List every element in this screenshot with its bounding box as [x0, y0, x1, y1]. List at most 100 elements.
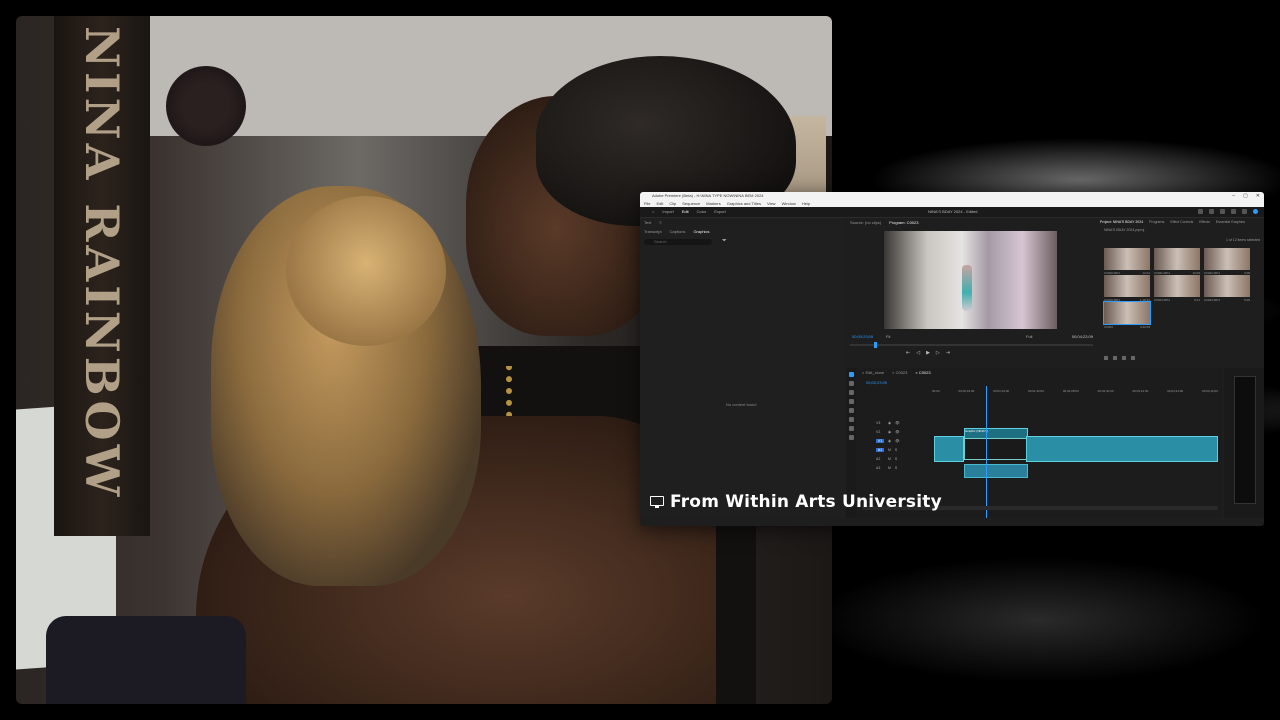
resolution-select[interactable]: Full — [1026, 334, 1032, 339]
window-title: Adobe Premiere (Beta) - H:\NINA TYPE NOW… — [652, 193, 764, 198]
menu-file[interactable]: File — [644, 200, 650, 207]
track-v3[interactable]: V3 ◉ 👁 — [876, 418, 932, 427]
video-clip-selected[interactable] — [964, 438, 1028, 460]
tab-programs[interactable]: Programs — [1149, 220, 1164, 224]
project-title: NINA'S BDAY 2024 - Edited — [928, 209, 978, 214]
icon-view-icon[interactable] — [1113, 356, 1117, 360]
project-path: NINA'S BDAY 2024.prproj — [1104, 228, 1145, 232]
timeline-tab-3[interactable]: × C0023 — [915, 370, 930, 375]
go-to-out-button[interactable]: ⇥ — [946, 350, 950, 356]
tab-program[interactable]: Program: C0023 — [889, 220, 918, 225]
type-tool-icon[interactable] — [848, 435, 854, 440]
program-video-frame[interactable] — [884, 231, 1057, 329]
minimize-button[interactable]: – — [1232, 192, 1235, 200]
tab-export[interactable]: Export — [714, 207, 726, 217]
zoom-select[interactable]: Fit — [886, 334, 890, 339]
media-grid: C0020.MP4 12;01 C0021.MP4 10;09 C0022.MP… — [1103, 248, 1258, 329]
track-select-tool-icon[interactable] — [848, 381, 854, 386]
timeline-playhead[interactable] — [986, 386, 987, 518]
video-clip[interactable] — [1026, 436, 1218, 462]
track-a2[interactable]: A2 M S — [876, 454, 932, 463]
menu-window[interactable]: Window — [782, 200, 796, 207]
step-back-button[interactable]: ◁ — [916, 350, 920, 356]
media-thumb[interactable]: C0022.MP4 3;08 — [1204, 248, 1250, 275]
media-thumb[interactable]: C0021.MP4 10;09 — [1154, 248, 1200, 275]
subtab-transcript[interactable]: Transcript — [644, 229, 662, 234]
tab-import[interactable]: Import — [662, 207, 673, 217]
razor-tool-icon[interactable] — [848, 399, 854, 404]
media-thumb[interactable]: C0020.MP4 12;01 — [1104, 248, 1150, 275]
step-forward-button[interactable]: ▷ — [936, 350, 940, 356]
media-thumb[interactable]: C0024.MP4 5;09 — [1204, 275, 1250, 302]
tab-edit[interactable]: Edit — [682, 207, 689, 217]
menu-sequence[interactable]: Sequence — [682, 200, 700, 207]
graphics-search-input[interactable]: Search — [644, 239, 712, 245]
filter-icon[interactable]: ⏷ — [722, 238, 727, 245]
tab-effects[interactable]: Effects — [1199, 220, 1210, 224]
hand-tool-icon[interactable] — [848, 426, 854, 431]
monitor-icon — [650, 495, 664, 509]
panel-menu-icon[interactable]: ≡ — [659, 220, 661, 225]
menu-graphics[interactable]: Graphics and Titles — [727, 200, 761, 207]
help-icon[interactable] — [1242, 209, 1247, 214]
workspace-icon[interactable] — [1198, 209, 1203, 214]
list-view-icon[interactable] — [1104, 356, 1108, 360]
wall-banner: NINA RAINBOW — [54, 16, 150, 536]
timeline-tab-2[interactable]: × C0023 — [892, 370, 907, 375]
workspace-bar: ⌂ Import Edit Color Export NINA'S BDAY 2… — [640, 207, 1264, 218]
time-ruler[interactable]: 00;00 00;00;32;00 00;01;04;00 00;01;36;0… — [932, 389, 1218, 395]
premiere-window: Adobe Premiere (Beta) - H:\NINA TYPE NOW… — [640, 192, 1264, 526]
pen-tool-icon[interactable] — [848, 417, 854, 422]
track-a1[interactable]: A1 M S — [876, 445, 932, 454]
audio-meter — [1224, 368, 1264, 518]
tab-project[interactable]: Project: NINA'S BDAY 2024 — [1100, 220, 1143, 224]
subtab-graphics[interactable]: Graphics — [693, 229, 709, 234]
audio-clip[interactable] — [964, 464, 1028, 478]
home-icon[interactable]: ⌂ — [652, 207, 654, 217]
media-thumb[interactable]: C0023.MP4 9;21 — [1154, 275, 1200, 302]
tab-effect-controls[interactable]: Effect Controls — [1170, 220, 1193, 224]
selection-tool-icon[interactable] — [848, 372, 854, 377]
menu-markers[interactable]: Markers — [706, 200, 720, 207]
quick-export-icon[interactable] — [1209, 209, 1214, 214]
close-button[interactable]: ✕ — [1256, 192, 1260, 200]
freeform-view-icon[interactable] — [1122, 356, 1126, 360]
tab-source[interactable]: Source: (no clips) — [850, 220, 881, 225]
slip-tool-icon[interactable] — [848, 408, 854, 413]
banner-text: NINA RAINBOW — [75, 26, 129, 501]
monitor-scrub-bar[interactable] — [850, 344, 1093, 346]
monitor-playhead[interactable] — [874, 342, 877, 348]
tab-color[interactable]: Color — [697, 207, 707, 217]
tab-text[interactable]: Text — [644, 220, 651, 225]
caption-text: From Within Arts University — [670, 492, 942, 512]
transport-controls: ⇤ ◁ ▶ ▷ ⇥ — [906, 350, 950, 356]
playhead-timecode[interactable]: 00;00;23;09 — [852, 334, 873, 339]
menu-edit[interactable]: Edit — [656, 200, 663, 207]
account-avatar[interactable] — [1253, 209, 1258, 214]
tab-essential-graphics[interactable]: Essential Graphics — [1216, 220, 1245, 224]
menu-help[interactable]: Help — [802, 200, 810, 207]
media-thumb-selected[interactable]: C0023 4;22;09 — [1103, 301, 1151, 329]
menu-view[interactable]: View — [767, 200, 776, 207]
title-bar: Adobe Premiere (Beta) - H:\NINA TYPE NOW… — [640, 192, 1264, 200]
essential-graphics-panel: Text ≡ Transcript Captions Graphics Sear… — [640, 218, 845, 518]
video-clip[interactable] — [934, 436, 964, 462]
pillow — [46, 616, 246, 704]
new-item-icon[interactable] — [1131, 356, 1135, 360]
ripple-edit-tool-icon[interactable] — [848, 390, 854, 395]
maximize-button[interactable]: ▢ — [1243, 192, 1248, 200]
play-button[interactable]: ▶ — [926, 350, 930, 356]
track-a3[interactable]: A3 M S — [876, 463, 932, 472]
go-to-in-button[interactable]: ⇤ — [906, 350, 910, 356]
track-v2[interactable]: V2 ◉ 👁 — [876, 427, 932, 436]
subtab-captions[interactable]: Captions — [670, 229, 686, 234]
notifications-icon[interactable] — [1231, 209, 1236, 214]
timeline-tab-1[interactable]: × Edit_clone — [862, 370, 884, 375]
duration-timecode: 00;04;22;09 — [1071, 334, 1093, 339]
timeline-timecode[interactable]: 00;00;23;09 — [866, 380, 887, 385]
fullscreen-icon[interactable] — [1220, 209, 1225, 214]
media-thumb[interactable]: C0019.MP4 1;18;22 — [1104, 275, 1150, 302]
menu-clip[interactable]: Clip — [669, 200, 676, 207]
track-v1[interactable]: V1 ◉ 👁 — [876, 436, 932, 445]
no-content-message: No content found — [726, 402, 757, 407]
